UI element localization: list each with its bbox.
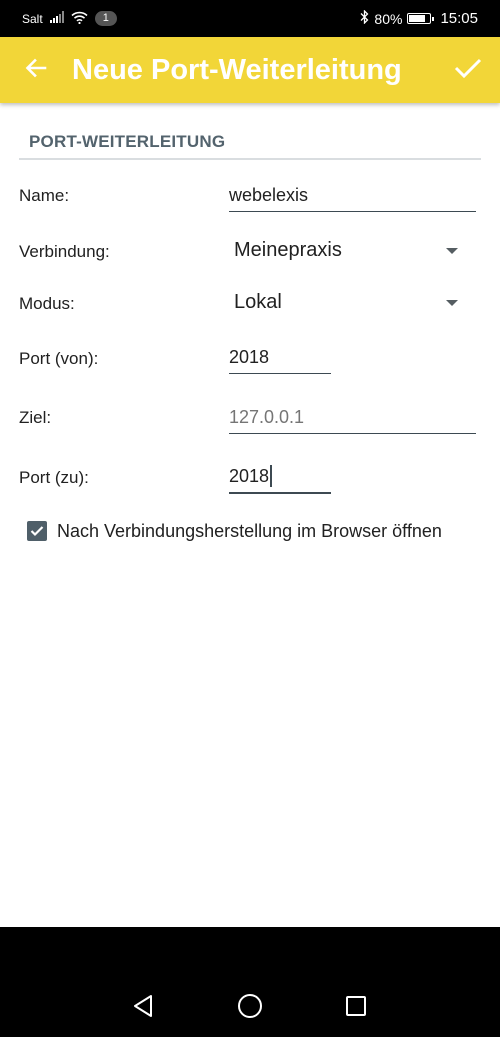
- checkmark-icon: [454, 57, 482, 84]
- nav-recents-square-icon: [345, 995, 367, 1022]
- back-button[interactable]: [16, 50, 56, 90]
- clock: 15:05: [440, 10, 478, 27]
- system-nav-bar: [0, 927, 500, 1037]
- port-to-label: Port (zu):: [19, 468, 89, 487]
- battery-icon: [407, 13, 435, 24]
- notification-badge: 1: [94, 11, 117, 26]
- bluetooth-icon: [360, 9, 369, 27]
- port-from-input[interactable]: [229, 346, 331, 374]
- checkbox-check-icon: [30, 526, 44, 537]
- dropdown-arrow-icon: [446, 248, 458, 254]
- section-header: PORT-WEITERLEITUNG: [19, 128, 481, 160]
- port-to-input[interactable]: [229, 465, 331, 494]
- signal-icon: [49, 11, 64, 26]
- connection-label: Verbindung:: [19, 242, 110, 261]
- open-browser-checkbox-row[interactable]: Nach Verbindungsherstellung im Browser ö…: [27, 519, 442, 543]
- section-title: PORT-WEITERLEITUNG: [29, 132, 226, 151]
- open-browser-checkbox[interactable]: [27, 521, 47, 541]
- mode-value: Lokal: [234, 291, 282, 313]
- target-input[interactable]: [229, 406, 476, 434]
- page-title: Neue Port-Weiterleitung: [72, 53, 402, 86]
- port-from-label: Port (von):: [19, 349, 99, 368]
- wifi-icon: [71, 11, 88, 27]
- nav-home-circle-icon: [237, 993, 263, 1024]
- carrier-name: Salt: [22, 11, 43, 26]
- nav-back-triangle-icon: [132, 994, 154, 1023]
- name-input[interactable]: [229, 184, 476, 212]
- confirm-button[interactable]: [448, 50, 488, 90]
- status-bar: Salt 1 80% 15:05: [0, 0, 500, 37]
- nav-home-button[interactable]: [235, 993, 265, 1023]
- dropdown-arrow-icon: [446, 300, 458, 306]
- connection-value: Meinepraxis: [234, 239, 342, 261]
- name-label: Name:: [19, 186, 70, 205]
- app-bar: Neue Port-Weiterleitung: [0, 37, 500, 103]
- text-cursor: [270, 465, 272, 487]
- nav-back-button[interactable]: [128, 993, 158, 1023]
- open-browser-label: Nach Verbindungsherstellung im Browser ö…: [57, 520, 442, 541]
- nav-recents-button[interactable]: [341, 993, 371, 1023]
- arrow-left-icon: [25, 57, 47, 84]
- battery-percent: 80%: [374, 10, 403, 27]
- target-label: Ziel:: [19, 408, 52, 427]
- mode-label: Modus:: [19, 294, 75, 313]
- connection-dropdown[interactable]: Meinepraxis: [234, 236, 466, 266]
- mode-dropdown[interactable]: Lokal: [234, 288, 466, 318]
